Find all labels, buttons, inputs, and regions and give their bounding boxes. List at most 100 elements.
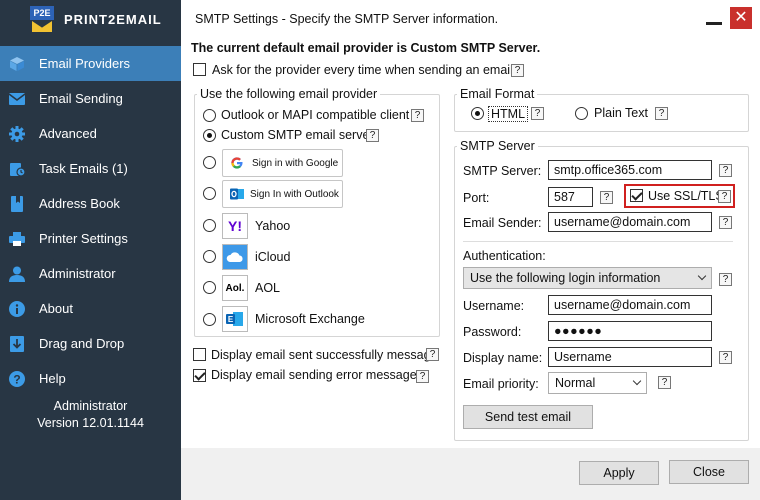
display-error-checkbox[interactable] bbox=[193, 369, 206, 382]
sidebar-item-label: Email Sending bbox=[39, 91, 123, 106]
close-button[interactable]: Close bbox=[669, 460, 749, 484]
chevron-down-icon bbox=[632, 376, 642, 386]
sidebar-footer: Administrator Version 12.01.1144 bbox=[0, 398, 181, 432]
sidebar-item-about[interactable]: About bbox=[0, 291, 181, 326]
sidebar-item-email-sending[interactable]: Email Sending bbox=[0, 81, 181, 116]
task-icon bbox=[9, 161, 25, 177]
chevron-down-icon bbox=[697, 271, 707, 281]
icloud-logo-icon bbox=[222, 244, 248, 270]
svg-text:?: ? bbox=[13, 372, 20, 386]
icloud-label: iCloud bbox=[255, 250, 291, 264]
aol-label: AOL bbox=[255, 281, 281, 295]
window-close-button[interactable]: ✕ bbox=[730, 7, 752, 29]
port-label: Port: bbox=[463, 191, 490, 205]
aol-logo-icon: Aol. bbox=[222, 275, 248, 301]
sidebar: P2E PRINT2EMAIL Email Providers Email Se… bbox=[0, 0, 181, 500]
envelope-icon bbox=[9, 91, 25, 107]
ask-provider-checkbox[interactable] bbox=[193, 63, 206, 76]
exchange-label: Microsoft Exchange bbox=[255, 312, 365, 326]
username-input[interactable]: username@domain.com bbox=[548, 295, 712, 315]
exchange-logo-icon: E bbox=[222, 306, 248, 332]
display-name-label: Display name: bbox=[463, 351, 543, 365]
display-success-checkbox[interactable] bbox=[193, 348, 206, 361]
smtp-server-input[interactable]: smtp.office365.com bbox=[548, 160, 712, 180]
help-icon[interactable]: ? bbox=[719, 216, 732, 229]
sidebar-item-label: Address Book bbox=[39, 196, 120, 211]
custom-smtp-radio[interactable] bbox=[203, 129, 216, 142]
ask-provider-label: Ask for the provider every time when sen… bbox=[212, 63, 513, 77]
help-icon[interactable]: ? bbox=[655, 107, 668, 120]
help-icon[interactable]: ? bbox=[719, 273, 732, 286]
sidebar-item-address-book[interactable]: Address Book bbox=[0, 186, 181, 221]
apply-button[interactable]: Apply bbox=[579, 461, 659, 485]
yahoo-logo-icon: Y! bbox=[222, 213, 248, 239]
google-signin-button[interactable]: Sign in with Google bbox=[222, 149, 343, 177]
display-success-label: Display email sent successfully message bbox=[211, 348, 438, 362]
email-sender-input[interactable]: username@domain.com bbox=[548, 212, 712, 232]
envelope-logo-icon bbox=[32, 21, 52, 32]
help-icon[interactable]: ? bbox=[416, 370, 429, 383]
password-label: Password: bbox=[463, 325, 522, 339]
plain-text-label: Plain Text bbox=[594, 106, 648, 120]
html-format-radio[interactable] bbox=[471, 107, 484, 120]
help-icon[interactable]: ? bbox=[426, 348, 439, 361]
sidebar-item-email-providers[interactable]: Email Providers bbox=[0, 46, 181, 81]
exchange-radio[interactable] bbox=[203, 313, 216, 326]
authentication-value: Use the following login information bbox=[470, 271, 661, 285]
outlook-mapi-label: Outlook or MAPI compatible client bbox=[221, 108, 410, 122]
minimize-icon bbox=[706, 22, 722, 25]
html-format-label: HTML bbox=[488, 106, 529, 122]
current-provider-heading: The current default email provider is Cu… bbox=[191, 41, 541, 55]
email-sender-label: Email Sender: bbox=[463, 216, 542, 230]
yahoo-label: Yahoo bbox=[255, 219, 291, 233]
send-test-email-button[interactable]: Send test email bbox=[463, 405, 593, 429]
sidebar-item-label: About bbox=[39, 301, 73, 316]
settings-content: The current default email provider is Cu… bbox=[181, 37, 760, 500]
display-error-label: Display email sending error messages bbox=[211, 368, 423, 382]
help-icon[interactable]: ? bbox=[719, 164, 732, 177]
email-format-title: Email Format bbox=[457, 87, 538, 101]
provider-group-title: Use the following email provider bbox=[197, 87, 381, 101]
window-title: SMTP Settings - Specify the SMTP Server … bbox=[195, 12, 499, 26]
icloud-radio[interactable] bbox=[203, 250, 216, 263]
help-icon[interactable]: ? bbox=[511, 64, 524, 77]
outlook-icon bbox=[230, 187, 244, 201]
password-input[interactable]: ●●●●●● bbox=[548, 321, 712, 341]
help-icon[interactable]: ? bbox=[531, 107, 544, 120]
outlook-mapi-radio[interactable] bbox=[203, 109, 216, 122]
ssl-tls-checkbox[interactable] bbox=[630, 189, 643, 202]
help-icon[interactable]: ? bbox=[718, 190, 731, 203]
outlook-signin-button[interactable]: Sign In with Outlook bbox=[222, 180, 343, 208]
help-icon[interactable]: ? bbox=[600, 191, 613, 204]
minimize-button[interactable] bbox=[703, 7, 725, 29]
sidebar-item-label: Task Emails (1) bbox=[39, 161, 128, 176]
help-icon[interactable]: ? bbox=[719, 351, 732, 364]
username-label: Username: bbox=[463, 299, 525, 313]
email-priority-select[interactable]: Normal bbox=[548, 372, 647, 394]
sidebar-item-task-emails[interactable]: Task Emails (1) bbox=[0, 151, 181, 186]
title-bar: SMTP Settings - Specify the SMTP Server … bbox=[181, 0, 760, 37]
aol-radio[interactable] bbox=[203, 281, 216, 294]
sidebar-item-drag-and-drop[interactable]: Drag and Drop bbox=[0, 326, 181, 361]
sidebar-item-advanced[interactable]: Advanced bbox=[0, 116, 181, 151]
help-icon[interactable]: ? bbox=[658, 376, 671, 389]
google-radio[interactable] bbox=[203, 156, 216, 169]
yahoo-radio[interactable] bbox=[203, 219, 216, 232]
sidebar-item-administrator[interactable]: Administrator bbox=[0, 256, 181, 291]
sidebar-item-label: Printer Settings bbox=[39, 231, 128, 246]
printer-icon bbox=[9, 231, 25, 247]
user-icon bbox=[9, 266, 25, 282]
brand-name: PRINT2EMAIL bbox=[64, 12, 162, 27]
outlook-radio[interactable] bbox=[203, 187, 216, 200]
info-icon bbox=[9, 300, 25, 317]
help-icon[interactable]: ? bbox=[411, 109, 424, 122]
authentication-select[interactable]: Use the following login information bbox=[463, 267, 712, 289]
port-input[interactable]: 587 bbox=[548, 187, 593, 207]
sidebar-item-printer-settings[interactable]: Printer Settings bbox=[0, 221, 181, 256]
sidebar-item-help[interactable]: ? Help bbox=[0, 361, 181, 396]
help-icon[interactable]: ? bbox=[366, 129, 379, 142]
display-name-input[interactable]: Username bbox=[548, 347, 712, 367]
gear-icon bbox=[9, 125, 25, 142]
plain-text-radio[interactable] bbox=[575, 107, 588, 120]
authentication-label: Authentication: bbox=[463, 249, 546, 263]
